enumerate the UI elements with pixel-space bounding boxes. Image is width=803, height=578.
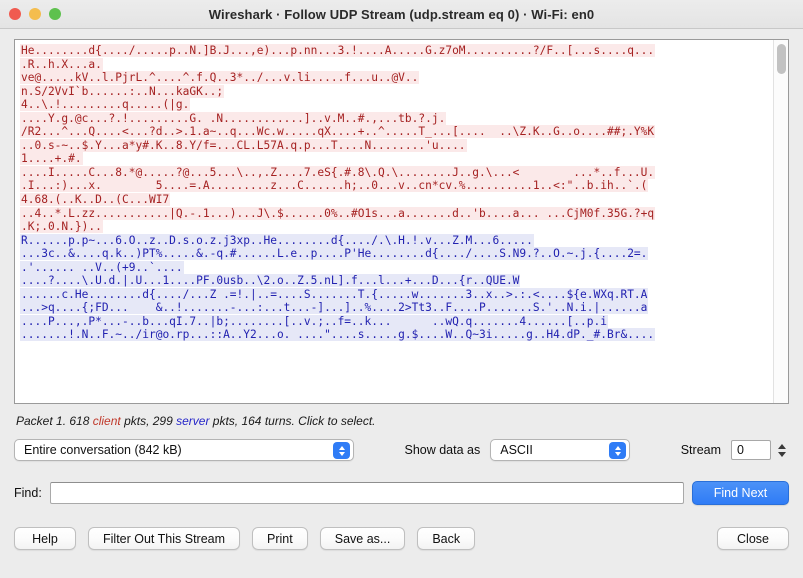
status-server-word: server — [176, 414, 210, 428]
conversation-select[interactable]: Entire conversation (842 kB) — [14, 439, 354, 461]
back-button[interactable]: Back — [417, 527, 476, 550]
stream-line-text: He........d{..../.....p..N.]B.J...,e)...… — [20, 44, 656, 57]
stream-line-text: .R..h.X...a. — [20, 57, 103, 71]
stream-line-text: /R2...^...Q....<...?d..>.1.a~..q...Wc.w.… — [20, 125, 656, 139]
stream-line-server[interactable]: ...3c..&....q.k..)PT%.....&.-q.#......L.… — [20, 247, 788, 261]
show-data-as-label: Show data as — [404, 443, 481, 457]
show-data-as-value: ASCII — [500, 443, 533, 457]
stepper-up-icon[interactable] — [778, 443, 787, 449]
stream-line-text: ....P...,.P*...-..b...qI.7..|b;........[… — [20, 314, 608, 328]
stream-line-text: ..4..*.L.zz...........|Q.-.1...)...J\.$.… — [20, 206, 656, 220]
stream-line-text: ...3c..&....q.k..)PT%.....&.-q.#......L.… — [20, 247, 649, 261]
stream-line-client[interactable]: .I...:)...x. 5....=.A.........z...C.....… — [20, 179, 788, 193]
stepper-down-icon[interactable] — [778, 451, 787, 457]
stream-line-text: ....Y.g.@c...?.!.........G. .N..........… — [20, 111, 447, 125]
chevron-updown-icon — [333, 442, 350, 459]
print-button[interactable]: Print — [252, 527, 308, 550]
stream-line-client[interactable]: n.S/2VvI`b......:..N...kaGK..; — [20, 84, 788, 99]
find-input[interactable] — [49, 482, 684, 504]
stream-controls-row: Entire conversation (842 kB) Show data a… — [14, 437, 789, 463]
chevron-updown-icon — [609, 442, 627, 459]
stream-line-server[interactable]: ...>q....{;FD... &..!.......-...:...t...… — [20, 301, 788, 315]
stream-number-value: 0 — [737, 443, 744, 457]
stream-line-text: n.S/2VvI`b......:..N...kaGK..; — [20, 84, 225, 98]
stream-line-server[interactable]: R......p.p~...6.O..z..D.s.o.z.j3xp..He..… — [20, 233, 788, 248]
find-label: Find: — [14, 486, 42, 500]
show-data-as-select[interactable]: ASCII — [490, 439, 631, 461]
stream-line-client[interactable]: 4..\.!.........q.....(|g. — [20, 98, 788, 112]
stream-status-line: Packet 1. 618 client pkts, 299 server pk… — [16, 413, 789, 429]
stream-line-client[interactable]: ....I.....C...8.*@.....?@...5...\..,.Z..… — [20, 165, 788, 180]
window-title: Wireshark · Follow UDP Stream (udp.strea… — [208, 6, 595, 22]
stream-line-client[interactable]: 4.68.(..K..D..(C...WI7 — [20, 193, 788, 207]
window-titlebar: Wireshark · Follow UDP Stream (udp.strea… — [0, 0, 803, 29]
stream-line-text: ....I.....C...8.*@.....?@...5...\..,.Z..… — [20, 165, 656, 179]
stream-line-client[interactable]: ....Y.g.@c...?.!.........G. .N..........… — [20, 111, 788, 126]
stream-number-input[interactable]: 0 — [731, 440, 772, 460]
find-next-button[interactable]: Find Next — [692, 481, 789, 505]
status-middle: pkts, 299 — [120, 414, 177, 428]
close-button[interactable]: Close — [717, 527, 789, 550]
stream-line-client[interactable]: ve@.....kV..l.PjrL.^....^.f.Q..3*../...v… — [20, 71, 788, 85]
stream-line-server[interactable]: .......!.N..F.~../ir@o.rp...::A..Y2...o.… — [20, 328, 788, 342]
vertical-scrollbar[interactable] — [773, 40, 788, 403]
filter-out-this-stream-button[interactable]: Filter Out This Stream — [88, 527, 241, 550]
status-client-word: client — [92, 414, 121, 428]
stream-line-text: 4..\.!.........q.....(|g. — [20, 98, 191, 112]
stream-content-pane[interactable]: He........d{..../.....p..N.]B.J...,e)...… — [14, 39, 789, 404]
vertical-scrollbar-thumb[interactable] — [777, 44, 786, 74]
save-as-button[interactable]: Save as... — [319, 527, 406, 550]
stream-line-text: ......c.He........d{..../...Z .=!.|..=..… — [20, 287, 649, 301]
dialog-button-row: Help Filter Out This Stream Print Save a… — [14, 527, 789, 550]
minimize-window-button[interactable] — [29, 8, 41, 20]
close-window-button[interactable] — [9, 8, 21, 20]
status-prefix: Packet 1. 618 — [16, 414, 93, 428]
stream-line-client[interactable]: He........d{..../.....p..N.]B.J...,e)...… — [20, 44, 788, 58]
stream-line-client[interactable]: .R..h.X...a. — [20, 57, 788, 72]
stream-line-text: .K;.0.N.}).. — [20, 220, 103, 234]
find-row: Find: Find Next — [14, 481, 789, 505]
stream-line-text: .I...:)...x. 5....=.A.........z...C.....… — [20, 179, 649, 193]
stream-line-text: .'...... ..V..(+9..`.... — [20, 260, 184, 274]
follow-stream-dialog: He........d{..../.....p..N.]B.J...,e)...… — [0, 29, 803, 578]
stream-line-server[interactable]: ....P...,.P*...-..b...qI.7..|b;........[… — [20, 314, 788, 329]
stream-line-client[interactable]: ..4..*.L.zz...........|Q.-.1...)...J\.$.… — [20, 206, 788, 221]
stream-line-text: 1....+.#. — [20, 152, 83, 166]
stream-text-area[interactable]: He........d{..../.....p..N.]B.J...,e)...… — [15, 40, 788, 403]
stream-line-text: R......p.p~...6.O..z..D.s.o.z.j3xp..He..… — [20, 233, 534, 247]
stream-line-text: ..0.s-~..$.Y...a*y#.K..8.Y/f=...CL.L57A.… — [20, 138, 467, 152]
stream-line-text: .......!.N..F.~../ir@o.rp...::A..Y2...o.… — [20, 328, 656, 342]
stream-line-text: 4.68.(..K..D..(C...WI7 — [20, 193, 171, 207]
help-button[interactable]: Help — [14, 527, 76, 550]
stream-line-text: ....?....\.U.d.|.U...1....PF.0usb..\2.o.… — [20, 274, 521, 288]
stream-line-client[interactable]: 1....+.#. — [20, 152, 788, 166]
traffic-light-group — [9, 8, 61, 20]
conversation-select-value: Entire conversation (842 kB) — [24, 443, 182, 457]
stream-line-text: ve@.....kV..l.PjrL.^....^.f.Q..3*../...v… — [20, 71, 420, 85]
stream-line-client[interactable]: .K;.0.N.}).. — [20, 220, 788, 234]
stream-line-client[interactable]: ..0.s-~..$.Y...a*y#.K..8.Y/f=...CL.L57A.… — [20, 138, 788, 153]
status-suffix: pkts, 164 turns. Click to select. — [209, 414, 376, 428]
stream-line-server[interactable]: ....?....\.U.d.|.U...1....PF.0usb..\2.o.… — [20, 274, 788, 288]
stream-line-server[interactable]: ......c.He........d{..../...Z .=!.|..=..… — [20, 287, 788, 302]
stream-line-text: ...>q....{;FD... &..!.......-...:...t...… — [20, 301, 649, 315]
stream-line-server[interactable]: .'...... ..V..(+9..`.... — [20, 260, 788, 275]
stream-number-stepper[interactable] — [775, 439, 789, 461]
stream-number-label: Stream — [680, 443, 722, 457]
stream-line-client[interactable]: /R2...^...Q....<...?d..>.1.a~..q...Wc.w.… — [20, 125, 788, 139]
maximize-window-button[interactable] — [49, 8, 61, 20]
